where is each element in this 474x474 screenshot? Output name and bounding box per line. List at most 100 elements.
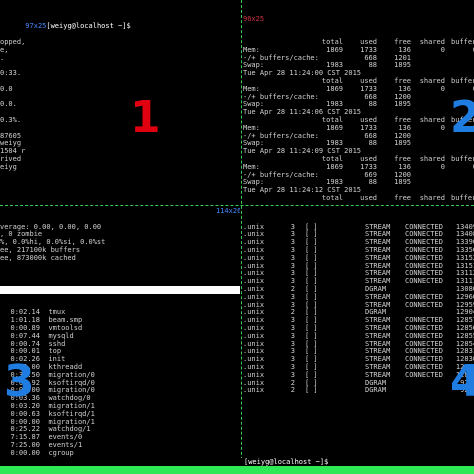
free-row: totalusedfreesharedbuffers [243, 154, 474, 164]
socket-row: .unix3[ ]STREAMCONNECTED12816 [243, 370, 474, 380]
output-line: 1504 r [0, 147, 26, 156]
pane-number-2: 2 [450, 92, 474, 143]
process-command: init [48, 355, 66, 364]
row-label: Tue Apr 28 11:24:09 CST 2015 [243, 147, 362, 156]
process-command: mysqld [48, 331, 74, 340]
socket-r: 3 [290, 292, 295, 301]
process-command: ksoftirqd/0 [48, 378, 95, 387]
process-list: 0:02.14 tmux 1:01.18 beam.smp 0:00.89 vmto… [0, 308, 240, 458]
socket-r: 2 [290, 308, 295, 317]
output-line: rived [0, 154, 22, 163]
socket-r: 3 [290, 277, 295, 286]
socket-r: 3 [290, 222, 295, 231]
socket-s: CONNECTED [405, 370, 443, 379]
pane-output: opped, e,. 0:33. 0.0 0.0. 0.3%. 87605 weiyg 1504… [0, 37, 240, 172]
socket-row: .unix2[ ]DGRAM9205 [243, 378, 474, 388]
process-command: beam.smp [48, 316, 83, 325]
bottom-prompt-line: [weiyg@localhost ~]$ [0, 458, 474, 466]
shell-prompt: [weiyg@localhost ~]$ [244, 458, 329, 466]
pane-top-left[interactable]: 97x25[weiyg@localhost ~]$ opped, e,. 0:33.… [0, 0, 240, 203]
socket-r: 3 [290, 253, 295, 262]
row-label: Tue Apr 28 11:24:06 CST 2015 [243, 108, 362, 117]
free-row: -/+ buffers/cache: 668 1201 [243, 54, 474, 63]
output-line: opped, [0, 37, 26, 46]
process-command: events/1 [48, 440, 83, 449]
process-command: watchdog/0 [48, 394, 91, 403]
socket-r: 3 [290, 362, 295, 371]
output-line: e, [0, 45, 9, 54]
socket-r: 2 [290, 378, 295, 387]
process-command: ksoftirqd/1 [48, 409, 95, 418]
output-line: . [0, 53, 5, 62]
output-line: eiyg [0, 162, 17, 171]
cell-value: 0 [451, 46, 474, 55]
row-label: Tue Apr 28 11:24:12 CST 2015 [243, 186, 362, 195]
cell-value: 0 [440, 162, 445, 171]
pane-bottom-right[interactable]: .unix3[ ]STREAMCONNECTED13409@/o.unix3[ … [243, 208, 474, 474]
process-command: migration/1 [48, 401, 95, 410]
pane-size-label: 97x25 [25, 22, 47, 31]
socket-r: 2 [290, 284, 295, 293]
process-command: sshd [48, 339, 66, 348]
cell-value: 1895 [394, 61, 411, 70]
socket-r: 3 [290, 230, 295, 239]
process-command: migration/1 [48, 417, 95, 426]
socket-s: CONNECTED [405, 300, 443, 309]
row-label: Tue Apr 28 11:24:00 CST 2015 [243, 69, 362, 78]
free-row: -/+ buffers/cache: 668 1200 [243, 93, 474, 102]
output-line: weiyg [0, 139, 22, 148]
cell-value: buffers [451, 193, 474, 202]
socket-row: .unix2[ ]DGRAM9204 [243, 387, 474, 395]
shell-prompt: [weiyg@localhost ~]$ [46, 22, 131, 31]
socket-t: DGRAM [365, 386, 387, 395]
pane-bottom-left[interactable]: verage: 0.00, 0.00, 0.00, 0 zombie%, 0.0… [0, 208, 240, 474]
cell-value: 0 [451, 163, 474, 172]
socket-r: 3 [290, 331, 295, 340]
pane-number-1: 1 [130, 92, 161, 143]
process-command: watchdog/1 [48, 425, 91, 434]
output-line: 0.3%. [0, 115, 22, 124]
free-row: totalusedfreesharedbuffers [243, 193, 474, 203]
top-summary: verage: 0.00, 0.00, 0.00, 0 zombie%, 0.0… [0, 223, 240, 271]
cell-value: buffers [451, 76, 474, 85]
process-row[interactable]: 0:00.00 cgroup [0, 448, 240, 458]
socket-row: .unix3[ ]STREAMCONNECTED13111 [243, 277, 474, 286]
process-command: cgroup [48, 448, 74, 457]
free-header-row: totalusedfreesharedbuffers [243, 37, 474, 47]
output-line: 0.0 [0, 84, 13, 93]
tmux-status-bar[interactable] [0, 466, 474, 474]
terminal-window[interactable]: 97x25[weiyg@localhost ~]$ opped, e,. 0:33.… [0, 0, 474, 474]
socket-f: [ ] [305, 386, 318, 395]
socket-r: 3 [290, 261, 295, 270]
pane-top-right[interactable]: 96x25 totalusedfreesharedbuffersMem:1869… [243, 0, 474, 203]
cell-value: 1895 [394, 178, 411, 187]
process-command: vmtoolsd [48, 323, 83, 332]
header-time: TIME+ [44, 292, 66, 301]
free-row: totalusedfreesharedbuffers [243, 116, 474, 125]
cell-value: 1895 [394, 139, 411, 148]
output-line: 0:33. [0, 69, 22, 78]
socket-r: 3 [290, 269, 295, 278]
cell-value: 1895 [394, 100, 411, 109]
socket-r: 2 [290, 386, 295, 395]
column-header: buffers [451, 37, 474, 46]
process-command: migration/0 [48, 370, 95, 379]
socket-p: .unix [243, 386, 265, 395]
summary-line: ee, 873000k cached [0, 253, 76, 262]
horizontal-pane-divider[interactable] [0, 205, 474, 207]
free-memory-output: totalusedfreesharedbuffersMem:1869173313… [243, 37, 474, 203]
socket-r: 3 [290, 316, 295, 325]
cell-value: 0 [440, 123, 445, 132]
free-row: -/+ buffers/cache: 668 1200 [243, 132, 474, 141]
output-line: 0.0. [0, 100, 17, 109]
process-table-header: TIME+ COMMAND [0, 285, 240, 301]
cell-value: 0 [440, 45, 445, 54]
cell-value: buffers [451, 154, 474, 163]
process-command: migration/0 [48, 386, 95, 395]
socket-r: 3 [290, 245, 295, 254]
